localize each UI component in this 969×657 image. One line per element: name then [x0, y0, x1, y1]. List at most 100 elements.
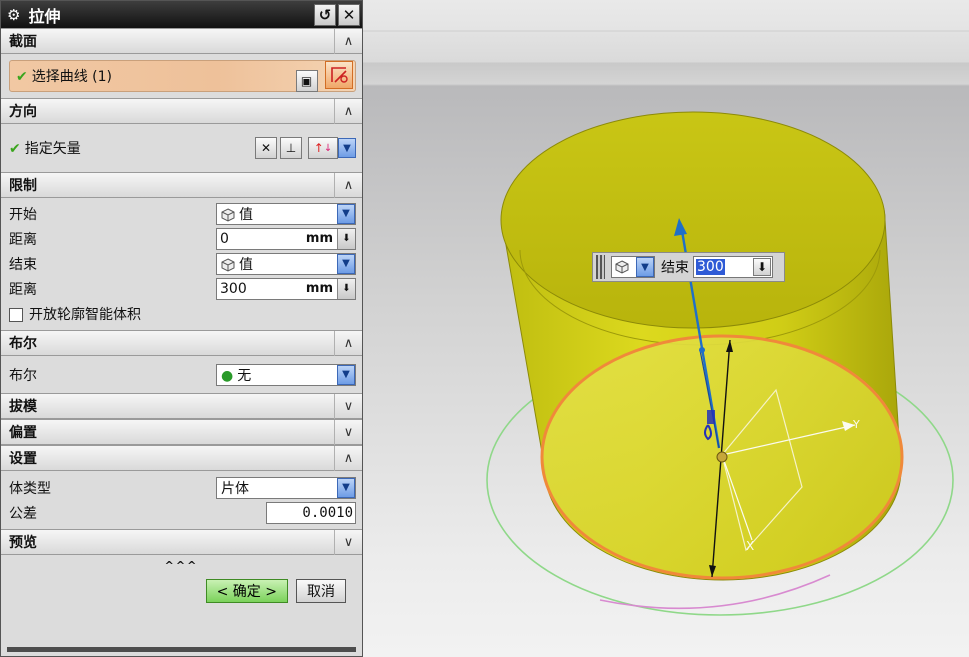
- ok-button[interactable]: < 确定 >: [205, 579, 288, 603]
- end-distance-unit: mm: [305, 281, 333, 296]
- spin-down-icon[interactable]: ⬇: [753, 258, 771, 276]
- dialog-bottom-edge: [7, 647, 356, 652]
- collapse-icon[interactable]: ∧: [334, 172, 362, 198]
- dialog-titlebar[interactable]: ⚙ 拉伸 ↺ ✕: [1, 1, 362, 28]
- start-distance-value[interactable]: 0: [220, 231, 306, 247]
- body-type-value: 片体: [221, 480, 249, 497]
- direction-body: ✔ 指定矢量 ✕ ⊥ ↑ ↓ ▼: [1, 124, 362, 172]
- vector-dialog-icon[interactable]: ⊥: [280, 137, 302, 159]
- onscreen-end-input[interactable]: ▼ 结束 300 ⬇: [592, 252, 785, 282]
- dropdown-arrow-icon[interactable]: ▼: [337, 477, 355, 498]
- body-type-label: 体类型: [9, 480, 51, 497]
- curve-glyph-icon: [331, 66, 348, 83]
- dropdown-arrow-icon[interactable]: ▼: [337, 203, 355, 224]
- onscreen-end-value[interactable]: 300: [696, 259, 725, 275]
- end-distance-row: 距离 300 mm ⬇: [9, 276, 356, 301]
- draft-title: 拔模: [9, 399, 37, 415]
- boolean-value: 无: [237, 367, 252, 384]
- select-curve-label: 选择曲线 (1): [31, 69, 113, 85]
- gear-icon[interactable]: ⚙: [7, 6, 20, 24]
- dropdown-arrow-icon[interactable]: ▼: [338, 138, 356, 158]
- more-options-toggle[interactable]: ^^^: [1, 559, 362, 573]
- drag-handle-point[interactable]: [716, 451, 728, 463]
- end-method-select[interactable]: 值 ▼: [216, 252, 356, 275]
- check-icon: ✔: [9, 141, 21, 157]
- onscreen-end-value-field[interactable]: 300 ⬇: [693, 256, 773, 278]
- start-distance-row: 距离 0 mm ⬇: [9, 226, 356, 251]
- section-header-offset[interactable]: 偏置 ∨: [1, 419, 362, 445]
- section-header-preview[interactable]: 预览 ∨: [1, 529, 362, 555]
- cancel-button[interactable]: 取消: [296, 579, 346, 603]
- body-type-row: 体类型 片体 ▼: [9, 475, 356, 500]
- collapse-icon[interactable]: ∧: [334, 98, 362, 124]
- section-header-settings[interactable]: 设置 ∧: [1, 445, 362, 471]
- select-curve-row[interactable]: ✔ 选择曲线 (1) ▣: [9, 60, 356, 92]
- tolerance-row: 公差 0.0010: [9, 500, 356, 525]
- specify-vector-label: 指定矢量: [24, 141, 81, 157]
- boolean-body: 布尔 ● 无 ▼: [1, 356, 362, 393]
- cube-icon: [221, 207, 235, 222]
- expand-icon[interactable]: ∨: [334, 419, 362, 445]
- body-type-select[interactable]: 片体 ▼: [216, 476, 356, 499]
- end-distance-label: 距离: [9, 281, 37, 298]
- offset-title: 偏置: [9, 425, 37, 441]
- spin-down-icon[interactable]: ⬇: [337, 228, 355, 249]
- vector-icon[interactable]: ↑ ↓: [308, 137, 338, 159]
- dialog-title: 拉伸: [28, 6, 61, 26]
- expand-icon[interactable]: ∨: [334, 393, 362, 419]
- section-header-limits[interactable]: 限制 ∧: [1, 172, 362, 198]
- section-header-boolean[interactable]: 布尔 ∧: [1, 330, 362, 356]
- start-distance-unit: mm: [305, 231, 333, 246]
- settings-body: 体类型 片体 ▼ 公差 0.0010: [1, 471, 362, 529]
- extrude-dialog: ⚙ 拉伸 ↺ ✕ 截面 ∧ ✔选择曲线 (1) ▣ 方向 ∧ ✔指定矢量 ✕: [0, 0, 363, 657]
- start-method-select[interactable]: 值 ▼: [216, 202, 356, 225]
- onscreen-end-label: 结束: [661, 260, 689, 276]
- section-header-section[interactable]: 截面 ∧: [1, 28, 362, 54]
- preview-title: 预览: [9, 535, 37, 551]
- tolerance-field[interactable]: 0.0010: [266, 501, 356, 524]
- tolerance-label: 公差: [9, 505, 37, 522]
- dropdown-arrow-icon[interactable]: ▼: [337, 364, 355, 385]
- close-icon[interactable]: ✕: [338, 3, 360, 26]
- end-distance-value[interactable]: 300: [220, 281, 306, 297]
- collapse-icon[interactable]: ∧: [334, 330, 362, 356]
- start-label: 开始: [9, 206, 37, 223]
- spin-down-icon[interactable]: ⬇: [337, 278, 355, 299]
- dialog-footer: < 确定 > 取消: [1, 573, 362, 603]
- section-header-draft[interactable]: 拔模 ∨: [1, 393, 362, 419]
- start-method-value: 值: [239, 206, 253, 223]
- reset-icon[interactable]: ↺: [314, 3, 336, 26]
- settings-title: 设置: [9, 451, 37, 467]
- y-axis-label: Y: [852, 418, 860, 431]
- section-title: 截面: [9, 34, 37, 50]
- end-row: 结束 值 ▼: [9, 251, 356, 276]
- boolean-row: 布尔 ● 无 ▼: [9, 360, 356, 389]
- specify-vector-row[interactable]: ✔ 指定矢量 ✕ ⊥ ↑ ↓ ▼: [9, 128, 356, 168]
- drag-grip[interactable]: [596, 255, 605, 279]
- section-sketch-icon[interactable]: ▣: [295, 69, 318, 92]
- open-profile-label: 开放轮廓智能体积: [29, 306, 141, 323]
- cube-icon: [221, 257, 235, 272]
- boolean-title: 布尔: [9, 336, 37, 352]
- vector-midpoint-marker[interactable]: [699, 347, 705, 353]
- open-profile-checkbox[interactable]: [9, 307, 23, 322]
- expand-icon[interactable]: ∨: [334, 529, 362, 555]
- curve-select-icon[interactable]: [325, 60, 353, 89]
- end-distance-field[interactable]: 300 mm ⬇: [216, 277, 356, 300]
- reverse-direction-icon[interactable]: ✕: [255, 137, 277, 159]
- start-distance-field[interactable]: 0 mm ⬇: [216, 227, 356, 250]
- open-profile-row[interactable]: 开放轮廓智能体积: [9, 301, 356, 326]
- end-method-mini-select[interactable]: ▼: [611, 256, 655, 278]
- direction-title: 方向: [9, 104, 37, 120]
- vector-origin-marker[interactable]: [707, 410, 715, 424]
- section-body: ✔ 选择曲线 (1) ▣: [1, 54, 362, 98]
- section-header-direction[interactable]: 方向 ∧: [1, 98, 362, 124]
- collapse-icon[interactable]: ∧: [334, 28, 362, 54]
- dropdown-arrow-icon[interactable]: ▼: [337, 253, 355, 274]
- boolean-none-icon: ●: [221, 367, 234, 384]
- boolean-select[interactable]: ● 无 ▼: [216, 363, 356, 386]
- dropdown-arrow-icon[interactable]: ▼: [636, 257, 654, 277]
- start-distance-label: 距离: [9, 231, 37, 248]
- end-label: 结束: [9, 256, 37, 273]
- collapse-icon[interactable]: ∧: [334, 445, 362, 471]
